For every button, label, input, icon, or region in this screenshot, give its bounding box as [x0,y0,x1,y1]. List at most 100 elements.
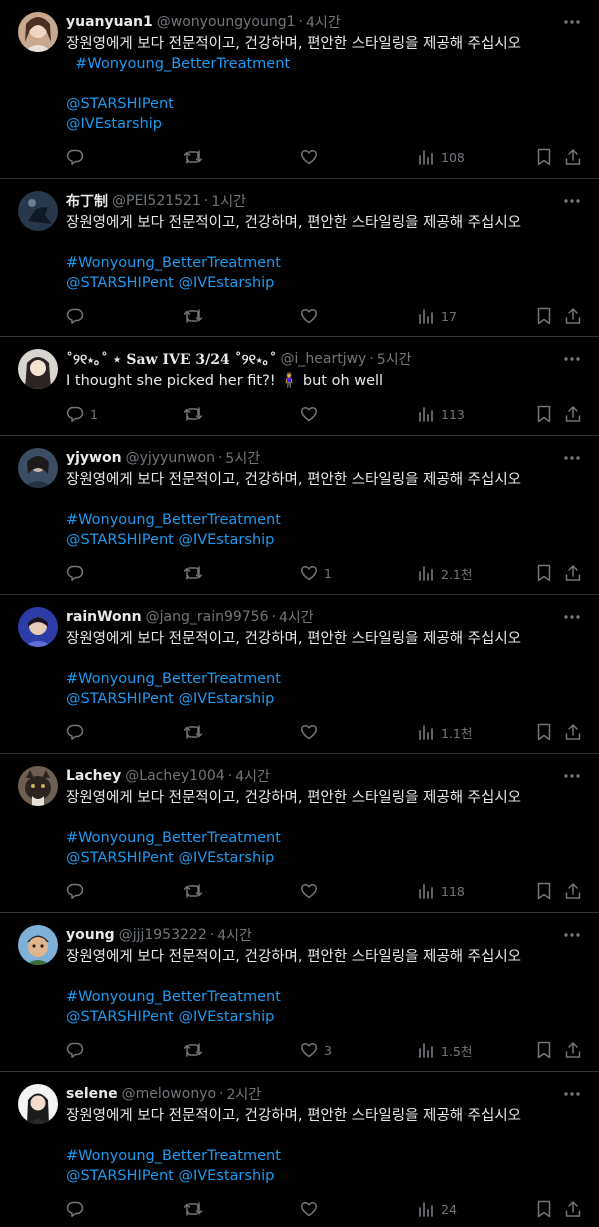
avatar[interactable] [18,607,58,647]
user-handle[interactable]: @jang_rain99756 [146,609,269,625]
retweet-button[interactable] [183,1040,209,1060]
views-button[interactable]: 118 [417,881,465,901]
views-button[interactable]: 113 [417,404,465,424]
timestamp[interactable]: 4시간 [235,766,270,786]
avatar[interactable] [18,349,58,389]
hashtag-link[interactable]: #Wonyoung_BetterTreatment [66,828,581,848]
user-handle[interactable]: @jjj1953222 [119,927,207,943]
tweet[interactable]: selene @melowonyo · 2시간 장원영에게 보다 전문적이고, 건강하… [0,1072,599,1227]
more-options-icon[interactable] [563,450,581,466]
display-name[interactable]: yjywon [66,450,122,466]
more-options-icon[interactable] [563,351,581,367]
user-handle[interactable]: @melowonyo [122,1086,216,1102]
tweet[interactable]: ˚୨୧⋆｡˚ ⋆ Saw IVE 3/24 ˚୨୧⋆｡˚ @i_heartjwy ·… [0,337,599,436]
timestamp[interactable]: 5시간 [225,448,260,468]
mention-links[interactable]: @STARSHIPent @IVEstarship [66,689,581,709]
mention-links[interactable]: @STARSHIPent @IVEstarship [66,273,581,293]
display-name[interactable]: 布丁制 [66,191,108,211]
user-handle[interactable]: @Lachey1004 [125,768,224,784]
reply-button[interactable]: 1 [66,404,98,424]
retweet-button[interactable] [183,1199,209,1219]
share-button[interactable] [564,1199,582,1219]
bookmark-button[interactable] [536,722,552,742]
timestamp[interactable]: 5시간 [377,349,412,369]
like-button[interactable] [300,881,324,901]
more-options-icon[interactable] [563,1086,581,1102]
display-name[interactable]: yuanyuan1 [66,14,153,30]
bookmark-button[interactable] [536,881,552,901]
display-name[interactable]: young [66,927,115,943]
mention-links[interactable]: @STARSHIPent @IVEstarship [66,1007,581,1027]
mention-links[interactable]: @STARSHIPent @IVEstarship [66,1166,581,1186]
avatar[interactable] [18,925,58,965]
mention-links[interactable]: @STARSHIPent @IVEstarship [66,848,581,868]
retweet-button[interactable] [183,404,209,424]
mention-link[interactable]: @STARSHIPent [66,94,581,114]
reply-button[interactable] [66,1040,90,1060]
tweet[interactable]: 布丁制 @PEI521521 · 1시간 장원영에게 보다 전문적이고, 건강하며, … [0,179,599,337]
share-button[interactable] [564,722,582,742]
bookmark-button[interactable] [536,1199,552,1219]
timestamp[interactable]: 4시간 [279,607,314,627]
share-button[interactable] [564,306,582,326]
avatar[interactable] [18,12,58,52]
display-name[interactable]: Lachey [66,768,121,784]
views-button[interactable]: 24 [417,1199,457,1219]
hashtag-link[interactable]: #Wonyoung_BetterTreatment [66,510,581,530]
user-handle[interactable]: @i_heartjwy [281,351,367,367]
tweet[interactable]: yuanyuan1 @wonyoungyoung1 · 4시간 장원영에게 보다 전문… [0,0,599,179]
views-button[interactable]: 2.1천 [417,563,472,583]
like-button[interactable] [300,306,324,326]
more-options-icon[interactable] [563,14,581,30]
retweet-button[interactable] [183,563,209,583]
tweet[interactable]: young @jjj1953222 · 4시간 장원영에게 보다 전문적이고, 건강하… [0,913,599,1072]
like-button[interactable] [300,404,324,424]
timestamp[interactable]: 2시간 [227,1084,262,1104]
share-button[interactable] [564,404,582,424]
bookmark-button[interactable] [536,404,552,424]
like-button[interactable] [300,147,324,167]
like-button[interactable]: 3 [300,1040,332,1060]
tweet[interactable]: Lachey @Lachey1004 · 4시간 장원영에게 보다 전문적이고, 건강… [0,754,599,913]
bookmark-button[interactable] [536,306,552,326]
mention-link[interactable]: @IVEstarship [66,114,581,134]
display-name[interactable]: rainWonn [66,609,142,625]
views-button[interactable]: 1.5천 [417,1040,472,1060]
hashtag-link[interactable]: #Wonyoung_BetterTreatment [66,669,581,689]
views-button[interactable]: 108 [417,147,465,167]
share-button[interactable] [564,147,582,167]
avatar[interactable] [18,448,58,488]
timestamp[interactable]: 1시간 [211,191,246,211]
avatar[interactable] [18,766,58,806]
like-button[interactable] [300,722,324,742]
user-handle[interactable]: @yjyyunwon [126,450,215,466]
more-options-icon[interactable] [563,927,581,943]
more-options-icon[interactable] [563,193,581,209]
reply-button[interactable] [66,881,90,901]
hashtag-link[interactable]: #Wonyoung_BetterTreatment [66,987,581,1007]
share-button[interactable] [564,881,582,901]
timestamp[interactable]: 4시간 [217,925,252,945]
reply-button[interactable] [66,1199,90,1219]
tweet[interactable]: rainWonn @jang_rain99756 · 4시간 장원영에게 보다 전문적… [0,595,599,754]
avatar[interactable] [18,1084,58,1124]
bookmark-button[interactable] [536,563,552,583]
views-button[interactable]: 1.1천 [417,722,472,742]
share-button[interactable] [564,563,582,583]
like-button[interactable] [300,1199,324,1219]
avatar[interactable] [18,191,58,231]
hashtag-link[interactable]: #Wonyoung_BetterTreatment [66,253,581,273]
retweet-button[interactable] [183,881,209,901]
reply-button[interactable] [66,147,90,167]
more-options-icon[interactable] [563,609,581,625]
display-name[interactable]: selene [66,1086,118,1102]
hashtag-link[interactable]: #Wonyoung_BetterTreatment [66,1146,581,1166]
reply-button[interactable] [66,306,90,326]
share-button[interactable] [564,1040,582,1060]
like-button[interactable]: 1 [300,563,332,583]
tweet[interactable]: yjywon @yjyyunwon · 5시간 장원영에게 보다 전문적이고, 건강하… [0,436,599,595]
bookmark-button[interactable] [536,1040,552,1060]
display-name[interactable]: ˚୨୧⋆｡˚ ⋆ Saw IVE 3/24 ˚୨୧⋆｡˚ [66,349,277,369]
user-handle[interactable]: @PEI521521 [112,193,201,209]
more-options-icon[interactable] [563,768,581,784]
